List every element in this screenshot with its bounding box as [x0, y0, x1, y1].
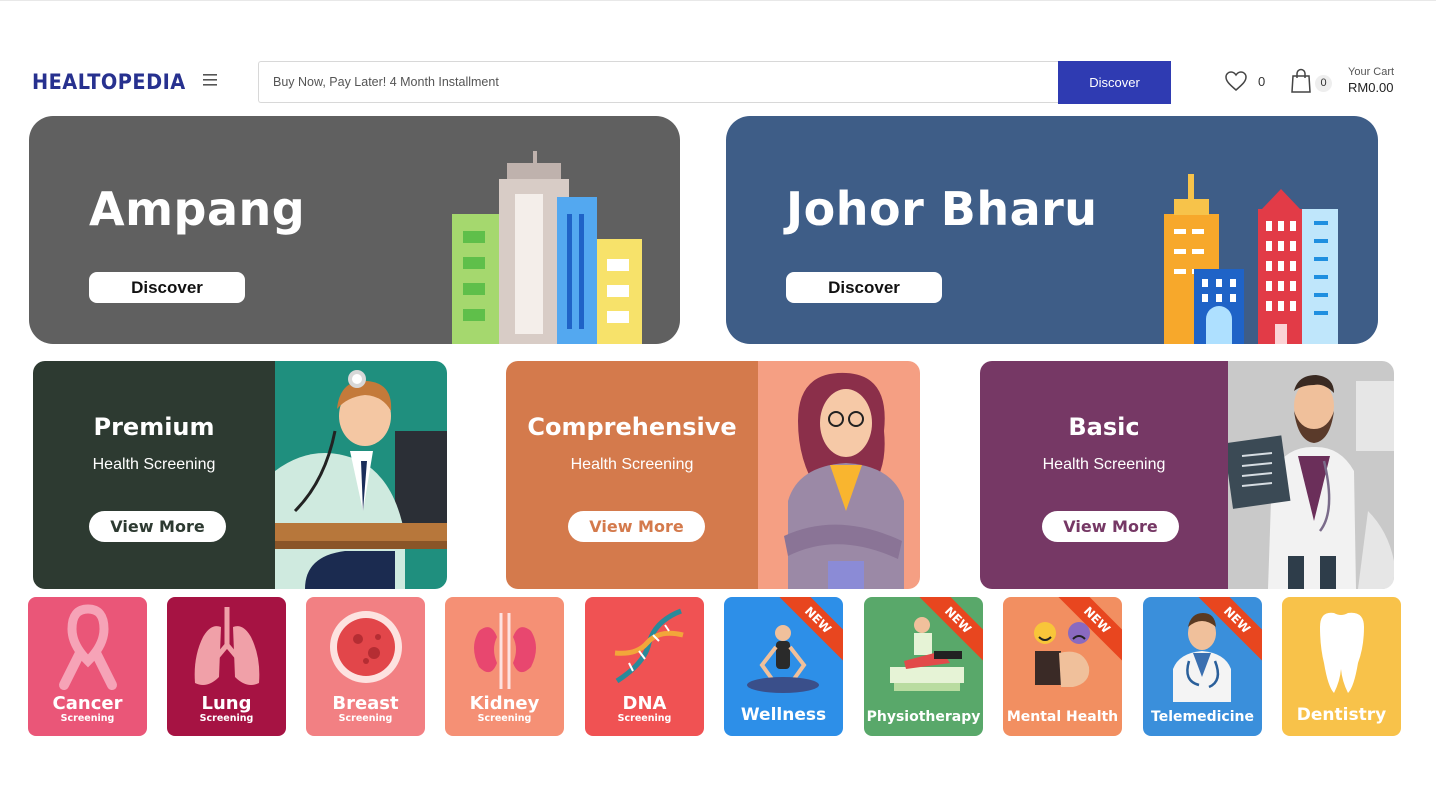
tooth-icon — [1320, 612, 1364, 693]
card-title: Comprehensive — [527, 413, 737, 441]
screening-card-premium[interactable]: Premium Health Screening View More — [33, 361, 447, 589]
heart-icon — [1225, 71, 1247, 91]
doctor-illustration — [275, 361, 447, 589]
city-name: Ampang — [89, 182, 306, 236]
discover-johor-bharu-button[interactable]: Discover — [786, 272, 942, 303]
card-panel: Premium Health Screening View More — [33, 361, 275, 589]
tile-label: DNA — [622, 693, 667, 714]
category-wellness[interactable]: Wellness NEW — [724, 597, 843, 736]
tile-sublabel: Screening — [199, 713, 254, 724]
screening-card-basic[interactable]: Basic Health Screening View More — [980, 361, 1394, 589]
card-panel: Comprehensive Health Screening View More — [506, 361, 758, 589]
tile-sublabel: Screening — [477, 713, 532, 724]
tile-label: Cancer — [52, 693, 123, 714]
category-dna-screening[interactable]: DNA Screening — [585, 597, 704, 736]
tile-label: Dentistry — [1296, 705, 1387, 725]
category-mental-health[interactable]: Mental Health NEW — [1003, 597, 1122, 736]
city-banner-ampang[interactable]: Ampang Discover — [29, 116, 680, 344]
ribbon-icon — [59, 604, 117, 690]
category-lung-screening[interactable]: Lung Screening — [167, 597, 286, 736]
view-more-premium-button[interactable]: View More — [89, 511, 226, 542]
lungs-icon — [194, 607, 260, 685]
city-banner-johor-bharu[interactable]: Johor Bharu Discover — [726, 116, 1378, 344]
tile-sublabel: Screening — [338, 713, 393, 724]
search-discover-button[interactable]: Discover — [1058, 61, 1171, 104]
cart-label: Your Cart — [1348, 66, 1395, 78]
category-breast-screening[interactable]: Breast Screening — [306, 597, 425, 736]
shopping-bag-icon — [1291, 68, 1311, 93]
tile-sublabel: Screening — [60, 713, 115, 724]
woman-illustration — [758, 361, 920, 589]
city-buildings-illustration — [452, 151, 642, 344]
category-kidney-screening[interactable]: Kidney Screening — [445, 597, 564, 736]
discover-ampang-button[interactable]: Discover — [89, 272, 245, 303]
site-logo[interactable]: HEALTOPEDIA — [28, 60, 198, 104]
hamburger-menu-icon[interactable] — [203, 73, 218, 87]
tile-label: Lung — [201, 693, 252, 714]
card-subtitle: Health Screening — [1042, 456, 1166, 473]
cart-count-badge: 0 — [1315, 74, 1332, 92]
cell-icon — [330, 611, 402, 683]
doctor-xray-illustration — [1228, 361, 1394, 589]
wishlist-count: 0 — [1258, 73, 1266, 89]
card-title: Premium — [93, 413, 215, 441]
tile-label: Breast — [332, 693, 399, 714]
tile-label: Kidney — [469, 693, 540, 714]
city-buildings-illustration — [1164, 174, 1338, 344]
search-bar — [258, 61, 1058, 103]
tile-label: Mental Health — [1006, 709, 1119, 725]
search-input[interactable] — [259, 62, 1058, 102]
city-name: Johor Bharu — [786, 182, 1098, 236]
view-more-comprehensive-button[interactable]: View More — [568, 511, 705, 542]
top-border — [0, 0, 1436, 1]
cart-button[interactable]: 0 — [1290, 66, 1336, 96]
tile-label: Wellness — [740, 705, 827, 725]
view-more-basic-button[interactable]: View More — [1042, 511, 1179, 542]
category-cancer-screening[interactable]: Cancer Screening — [28, 597, 147, 736]
cart-total: RM0.00 — [1348, 80, 1394, 95]
dna-icon — [614, 608, 684, 684]
screening-card-comprehensive[interactable]: Comprehensive Health Screening View More — [506, 361, 920, 589]
logo-text: HEALTOPEDIA — [32, 70, 186, 94]
card-panel: Basic Health Screening View More — [980, 361, 1228, 589]
tile-sublabel: Screening — [617, 713, 672, 724]
card-subtitle: Health Screening — [570, 456, 694, 473]
wishlist-button[interactable]: 0 — [1224, 68, 1272, 94]
kidney-icon — [474, 613, 536, 689]
tile-label: Telemedicine — [1151, 709, 1254, 725]
category-telemedicine[interactable]: Telemedicine NEW — [1143, 597, 1262, 736]
card-title: Basic — [1068, 413, 1140, 441]
category-physiotherapy[interactable]: Physiotherapy NEW — [864, 597, 983, 736]
card-subtitle: Health Screening — [92, 456, 216, 473]
tile-label: Physiotherapy — [866, 709, 981, 725]
category-dentistry[interactable]: Dentistry — [1282, 597, 1401, 736]
